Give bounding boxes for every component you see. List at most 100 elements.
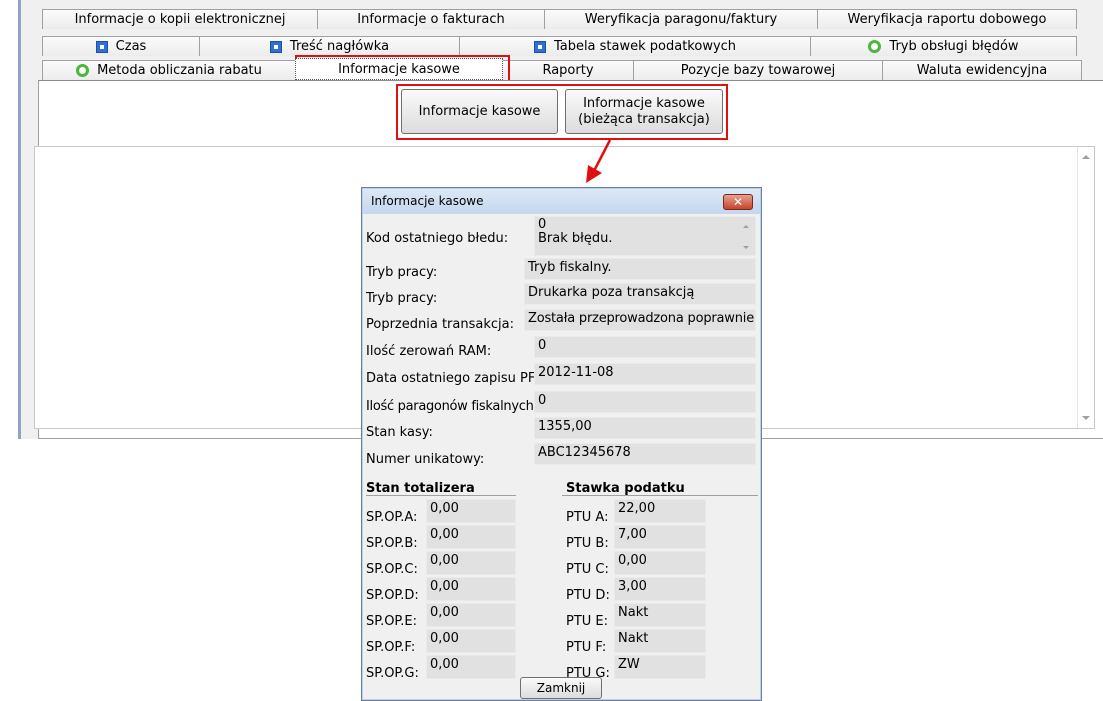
tab-reports[interactable]: Raporty <box>502 60 634 80</box>
tax-rate-label: PTU C: <box>566 562 609 577</box>
annotation-arrow-icon <box>586 139 612 183</box>
field-value: Tryb fiskalny. <box>524 258 756 280</box>
field-label: Poprzednia transakcja: <box>366 317 514 332</box>
field-label: Ilość zerowań RAM: <box>366 344 492 359</box>
tab-discount-method[interactable]: Metoda obliczania rabatu <box>42 60 296 80</box>
dialog-title: Informacje kasowe <box>371 194 484 208</box>
tax-rate-value: Nakt <box>614 603 706 627</box>
cash-info-dialog: Informacje kasowe ✕ Kod ostatniego błedu… <box>361 187 762 701</box>
totalizer-value: 0,00 <box>426 525 516 549</box>
tab-product-database[interactable]: Pozycje bazy towarowej <box>633 60 883 80</box>
tax-rate-value: ZW <box>614 655 706 679</box>
tax-rate-header: Stawka podatku <box>566 481 685 496</box>
tab-time[interactable]: Czas <box>42 36 200 56</box>
tax-rate-label: PTU E: <box>566 614 609 629</box>
tab-label: Informacje o fakturach <box>357 12 505 27</box>
tax-rate-value: 3,00 <box>614 577 706 601</box>
vertical-scrollbar[interactable] <box>1077 147 1094 428</box>
button-label-line-2: (bieżąca transakcja) <box>578 111 710 127</box>
divider <box>562 495 758 496</box>
cash-info-current-transaction-button[interactable]: Informacje kasowe (bieżąca transakcja) <box>565 89 723 134</box>
tab-header-content[interactable]: Treść nagłówka <box>199 36 460 56</box>
square-icon <box>269 40 282 53</box>
square-icon <box>533 40 546 53</box>
close-button[interactable]: Zamknij <box>520 677 602 699</box>
button-label-line-1: Informacje kasowe <box>583 95 705 111</box>
tab-label: Tabela stawek podatkowych <box>553 39 737 54</box>
tab-label: Informacje o kopii elektronicznej <box>74 12 286 27</box>
totalizer-label: SP.OP.C: <box>366 562 418 577</box>
field-label: Tryb pracy: <box>366 291 438 306</box>
tax-rate-value: 22,00 <box>614 499 706 523</box>
scroll-down-icon[interactable] <box>1082 416 1090 420</box>
tab-label: Informacje kasowe <box>338 61 460 77</box>
tax-rate-value: Nakt <box>614 629 706 653</box>
tab-row-2: Czas Treść nagłówka Tabela stawek podatk… <box>42 36 1077 56</box>
tab-label: Treść nagłówka <box>289 39 390 54</box>
totalizer-label: SP.OP.E: <box>366 614 417 629</box>
tab-currency[interactable]: Waluta ewidencyjna <box>882 60 1082 80</box>
tab-daily-report-verification[interactable]: Weryfikacja raportu dobowego <box>817 9 1077 29</box>
field-label: Stan kasy: <box>366 425 433 440</box>
tab-error-handling-mode[interactable]: Tryb obsługi błędów <box>810 36 1077 56</box>
tab-label: Waluta ewidencyjna <box>916 63 1048 78</box>
tab-label: Raporty <box>542 63 594 78</box>
totalizer-value: 0,00 <box>426 551 516 575</box>
tab-label: Tryb obsługi błędów <box>889 39 1019 54</box>
tab-label: Weryfikacja paragonu/faktury <box>584 12 778 27</box>
tax-rate-label: PTU B: <box>566 536 609 551</box>
totalizer-header: Stan totalizera <box>366 481 475 496</box>
tab-tax-rate-table[interactable]: Tabela stawek podatkowych <box>459 36 811 56</box>
field-value: ABC12345678 <box>534 443 756 465</box>
totalizer-value: 0,00 <box>426 603 516 627</box>
scroll-up-icon[interactable] <box>1082 155 1090 159</box>
field-label: Numer unikatowy: <box>366 452 485 467</box>
field-label: Data ostatniego zapisu PF: <box>366 371 539 386</box>
field-value-last-error: 0 Brak błędu. <box>534 216 756 256</box>
field-value: Została przeprowadzona poprawnie <box>524 309 756 331</box>
field-value: 1355,00 <box>534 417 756 439</box>
field-value: Drukarka poza transakcją <box>524 283 756 305</box>
totalizer-label: SP.OP.B: <box>366 536 418 551</box>
scroll-down-icon[interactable] <box>743 246 749 249</box>
cash-info-button[interactable]: Informacje kasowe <box>401 89 558 134</box>
tab-receipt-verification[interactable]: Weryfikacja paragonu/faktury <box>544 9 818 29</box>
tax-rate-label: PTU A: <box>566 510 609 525</box>
tab-row-3: Metoda obliczania rabatu Informacje kaso… <box>42 58 1082 80</box>
tab-invoice-info[interactable]: Informacje o fakturach <box>317 9 545 29</box>
field-value: 0 <box>534 391 756 413</box>
button-label: Informacje kasowe <box>418 103 541 119</box>
tab-label: Pozycje bazy towarowej <box>680 63 836 78</box>
circle-icon <box>76 64 90 77</box>
totalizer-value: 0,00 <box>426 655 516 679</box>
totalizer-value: 0,00 <box>426 577 516 601</box>
tab-label: Metoda obliczania rabatu <box>97 63 262 78</box>
scroll-up-icon[interactable] <box>743 225 749 228</box>
totalizer-label: SP.OP.G: <box>366 666 419 681</box>
error-text: Brak błędu. <box>538 231 613 246</box>
totalizer-label: SP.OP.A: <box>366 510 418 525</box>
tab-label: Weryfikacja raportu dobowego <box>847 12 1047 27</box>
close-icon[interactable]: ✕ <box>723 194 753 210</box>
tax-rate-value: 0,00 <box>614 551 706 575</box>
field-label-last-error: Kod ostatniego błedu: <box>366 231 509 246</box>
tab-row-1: Informacje o kopii elektronicznej Inform… <box>42 9 1077 29</box>
tax-rate-label: PTU D: <box>566 588 610 603</box>
tax-rate-label: PTU F: <box>566 640 607 655</box>
totalizer-label: SP.OP.F: <box>366 640 416 655</box>
dialog-titlebar: Informacje kasowe ✕ <box>363 189 760 214</box>
field-label: Tryb pracy: <box>366 265 438 280</box>
square-icon <box>95 40 108 53</box>
circle-icon <box>868 40 882 53</box>
field-label: Ilość paragonów fiskalnych: <box>366 399 538 414</box>
field-value: 2012-11-08 <box>534 363 756 385</box>
totalizer-label: SP.OP.D: <box>366 588 419 603</box>
tax-rate-value: 7,00 <box>614 525 706 549</box>
divider <box>366 495 516 496</box>
error-code: 0 <box>538 217 547 232</box>
tab-cash-info[interactable]: Informacje kasowe <box>295 58 503 80</box>
field-value: 0 <box>534 336 756 358</box>
tab-electronic-copy-info[interactable]: Informacje o kopii elektronicznej <box>42 9 318 29</box>
tab-label: Czas <box>115 39 147 54</box>
totalizer-value: 0,00 <box>426 629 516 653</box>
